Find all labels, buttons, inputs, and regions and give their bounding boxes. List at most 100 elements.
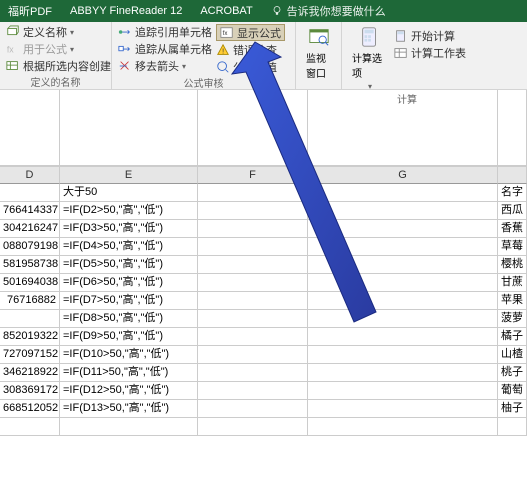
cell[interactable]: 山楂	[498, 346, 527, 364]
define-name-label: 定义名称	[23, 24, 67, 40]
cell[interactable]	[308, 310, 498, 328]
remove-arrows-label: 移去箭头	[135, 58, 179, 74]
cell[interactable]: =IF(D6>50,"高","低")	[60, 274, 198, 292]
cell[interactable]: 甘蔗	[498, 274, 527, 292]
cell[interactable]	[308, 346, 498, 364]
cell[interactable]: 桃子	[498, 364, 527, 382]
tab-foxit[interactable]: 福昕PDF	[8, 3, 52, 19]
cell[interactable]: 346218922	[0, 364, 60, 382]
cell[interactable]	[308, 220, 498, 238]
calc-sheet-button[interactable]: 计算工作表	[394, 45, 466, 61]
cell[interactable]	[198, 220, 308, 238]
eval-formula-button[interactable]: 公式求值	[216, 59, 285, 75]
cell[interactable]	[308, 202, 498, 220]
cell[interactable]: 088079198	[0, 238, 60, 256]
cell[interactable]: 766414337	[0, 202, 60, 220]
error-check-label: 错误检查	[233, 42, 277, 58]
watch-window-button[interactable]: 监视窗口	[302, 24, 335, 80]
cell[interactable]: 樱桃	[498, 256, 527, 274]
tell-me-search[interactable]: 告诉我你想要做什么	[271, 3, 386, 19]
cell[interactable]: 名字	[498, 184, 527, 202]
column-headers: D E F G	[0, 166, 527, 184]
tell-me-label: 告诉我你想要做什么	[287, 3, 386, 19]
cell[interactable]	[308, 400, 498, 418]
tab-acrobat[interactable]: ACROBAT	[200, 5, 252, 17]
col-header-g[interactable]: G	[308, 167, 498, 184]
cell[interactable]: 304216247	[0, 220, 60, 238]
cell[interactable]: 香蕉	[498, 220, 527, 238]
cell[interactable]: 727097152	[0, 346, 60, 364]
show-formulas-icon: fx	[220, 26, 234, 40]
cell[interactable]: =IF(D3>50,"高","低")	[60, 220, 198, 238]
cell[interactable]	[198, 400, 308, 418]
cell[interactable]: =IF(D12>50,"高","低")	[60, 382, 198, 400]
remove-arrows-button[interactable]: 移去箭头▾	[118, 58, 212, 74]
cell[interactable]	[198, 382, 308, 400]
cell[interactable]: 668512052	[0, 400, 60, 418]
cell[interactable]	[198, 184, 308, 202]
cell[interactable]: =IF(D13>50,"高","低")	[60, 400, 198, 418]
col-header-d[interactable]: D	[0, 167, 60, 184]
trace-dependents-button[interactable]: 追踪从属单元格	[118, 41, 212, 57]
cell[interactable]	[308, 382, 498, 400]
cell[interactable]	[308, 184, 498, 202]
cell[interactable]: =IF(D10>50,"高","低")	[60, 346, 198, 364]
cell[interactable]: 草莓	[498, 238, 527, 256]
cell[interactable]: =IF(D7>50,"高","低")	[60, 292, 198, 310]
cell[interactable]	[308, 364, 498, 382]
cell[interactable]	[308, 328, 498, 346]
cell[interactable]	[198, 238, 308, 256]
col-header-f[interactable]: F	[198, 167, 308, 184]
fx-icon: fx	[6, 42, 20, 56]
cell[interactable]	[198, 292, 308, 310]
cell[interactable]	[198, 256, 308, 274]
cell[interactable]: =IF(D5>50,"高","低")	[60, 256, 198, 274]
cell[interactable]: 橘子	[498, 328, 527, 346]
cell[interactable]: 苹果	[498, 292, 527, 310]
cell[interactable]: =IF(D8>50,"高","低")	[60, 310, 198, 328]
cell[interactable]	[308, 238, 498, 256]
define-name-button[interactable]: 定义名称▾	[6, 24, 105, 40]
cell[interactable]: 76716882	[0, 292, 60, 310]
cell[interactable]	[308, 256, 498, 274]
cell[interactable]: 581958738	[0, 256, 60, 274]
cell[interactable]: 501694038	[0, 274, 60, 292]
cell[interactable]	[198, 274, 308, 292]
cell[interactable]	[308, 292, 498, 310]
cell[interactable]: =IF(D9>50,"高","低")	[60, 328, 198, 346]
cell[interactable]: 西瓜	[498, 202, 527, 220]
error-check-button[interactable]: ! 错误检查	[216, 42, 285, 58]
cell[interactable]: =IF(D11>50,"高","低")	[60, 364, 198, 382]
tab-abbyy[interactable]: ABBYY FineReader 12	[70, 5, 182, 17]
calc-options-icon	[359, 26, 381, 48]
cell[interactable]: 葡萄	[498, 382, 527, 400]
cell[interactable]	[0, 310, 60, 328]
remove-arrows-icon	[118, 59, 132, 73]
cell[interactable]	[0, 184, 60, 202]
watch-window-label: 监视窗口	[306, 50, 331, 80]
calc-now-icon	[394, 29, 408, 43]
cell[interactable]: 308369172	[0, 382, 60, 400]
cell[interactable]	[198, 328, 308, 346]
spreadsheet[interactable]: D E F G 大于50 名字 766414337=IF(D2>50,"高","低"…	[0, 90, 527, 436]
trace-precedents-button[interactable]: 追踪引用单元格	[118, 24, 212, 40]
cell[interactable]: 852019322	[0, 328, 60, 346]
calc-now-label: 开始计算	[411, 28, 455, 44]
cell[interactable]: 大于50	[60, 184, 198, 202]
calc-sheet-label: 计算工作表	[411, 45, 466, 61]
cell[interactable]	[308, 274, 498, 292]
col-header-e[interactable]: E	[60, 167, 198, 184]
cell[interactable]: 柚子	[498, 400, 527, 418]
cell[interactable]	[198, 202, 308, 220]
calc-now-button[interactable]: 开始计算	[394, 28, 466, 44]
create-from-selection-button[interactable]: 根据所选内容创建	[6, 58, 105, 74]
calc-options-button[interactable]: 计算选项 ▾	[348, 24, 392, 91]
cell[interactable]	[198, 364, 308, 382]
col-header-h[interactable]	[498, 167, 527, 184]
cell[interactable]	[198, 310, 308, 328]
cell[interactable]	[198, 346, 308, 364]
cell[interactable]: 菠萝	[498, 310, 527, 328]
cell[interactable]: =IF(D2>50,"高","低")	[60, 202, 198, 220]
show-formulas-button[interactable]: fx 显示公式	[216, 24, 285, 41]
cell[interactable]: =IF(D4>50,"高","低")	[60, 238, 198, 256]
